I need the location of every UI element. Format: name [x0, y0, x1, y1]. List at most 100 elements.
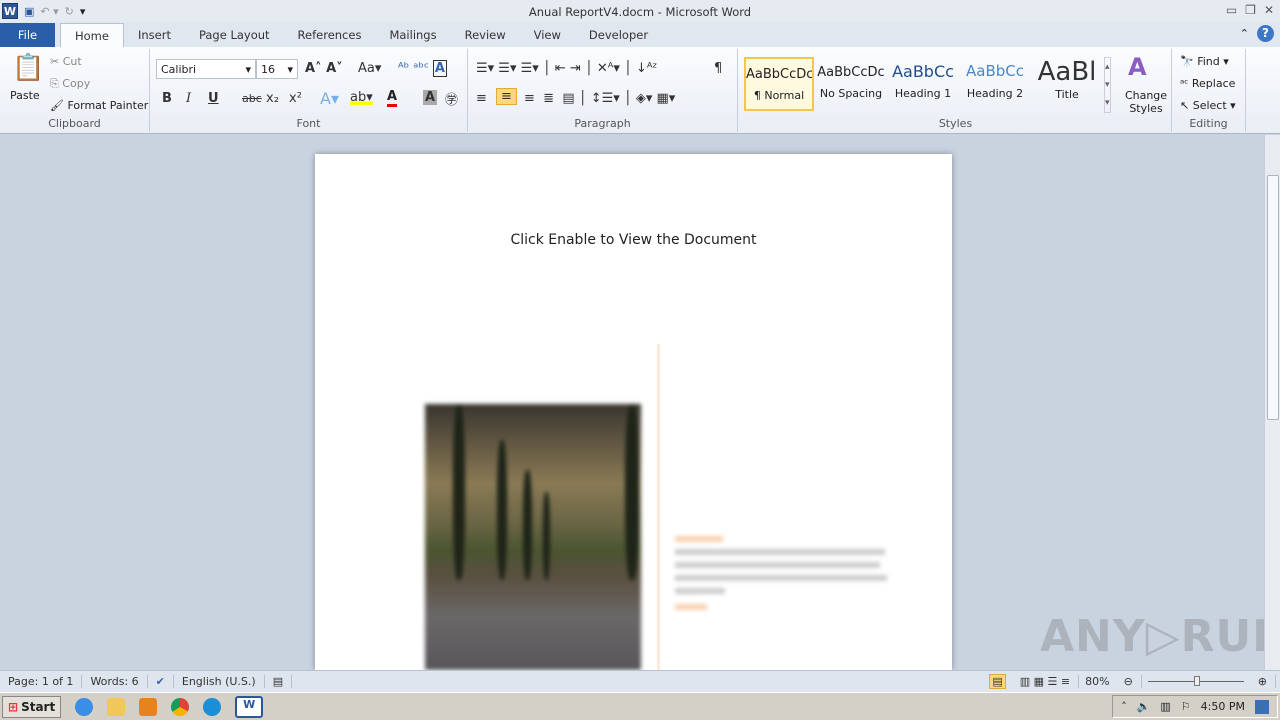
start-label: Start — [21, 699, 56, 714]
align-center-icon[interactable]: ≡ — [496, 88, 517, 105]
view-modes-icon[interactable]: ▥ ▦ ☰ ≡ — [1012, 675, 1080, 688]
styles-scroll[interactable]: ▴ ▾ ▾ — [1104, 57, 1111, 113]
redo-icon[interactable]: ↻ — [65, 5, 74, 18]
grow-font-icon[interactable]: A˄ A˅ — [305, 61, 343, 76]
paste-button[interactable]: Paste — [10, 89, 40, 102]
language[interactable]: English (U.S.) — [174, 675, 265, 688]
restore-button[interactable]: ❐ — [1245, 3, 1256, 17]
bold-button[interactable]: B — [162, 91, 172, 106]
macro-icon[interactable]: ▤ — [265, 675, 293, 688]
paragraph-group: ☰▾ ☰▾ ☰▾ │ ⇤ ⇥ │ ✕ᴬ▾ │ ↓ᴬᶻ ¶ ≡ ≡ ≡ ≣ ▤ │… — [468, 49, 738, 132]
zoom-level[interactable]: 80% — [1085, 675, 1109, 688]
print-layout-icon[interactable]: ▤ — [989, 674, 1006, 689]
strikethrough-button[interactable]: abc — [242, 92, 262, 105]
tab-file[interactable]: File — [0, 23, 55, 47]
ie-icon[interactable] — [75, 697, 94, 716]
show-formatting-icon[interactable]: ¶ — [714, 61, 722, 76]
volume-icon[interactable]: 🔈 — [1137, 700, 1151, 713]
format-painter-button[interactable]: 🖌 Format Painter — [50, 99, 148, 112]
zoom-slider[interactable] — [1147, 676, 1244, 686]
blurred-text — [675, 536, 895, 617]
select-label: Select — [1192, 99, 1227, 112]
style-name: Title — [1055, 88, 1079, 101]
action-center-flag-icon[interactable]: ⚐ — [1181, 700, 1191, 713]
text-effects-icon[interactable]: A▾ — [320, 89, 339, 108]
chrome-icon[interactable] — [171, 697, 190, 716]
proofing-icon[interactable]: ✔ — [148, 675, 174, 688]
save-icon[interactable]: ▣ — [24, 5, 34, 18]
zoom-in-icon[interactable]: ⊕ — [1250, 675, 1276, 688]
select-button[interactable]: ↖ Select ▾ — [1180, 99, 1236, 112]
media-player-icon[interactable] — [139, 697, 158, 716]
zoom-slider-thumb[interactable] — [1193, 676, 1200, 686]
scroll-thumb[interactable] — [1267, 175, 1279, 420]
style-name: Heading 2 — [966, 87, 1024, 100]
superscript-button[interactable]: x² — [289, 91, 302, 106]
subscript-button[interactable]: x₂ — [266, 91, 279, 106]
font-group: Calibri ▾ 16 ▾ A˄ A˅ Aa▾ ᴬᵇ ᵃᵇᶜ A B I U ab… — [150, 49, 468, 132]
network-icon[interactable]: ▥ — [1160, 700, 1170, 713]
windows-logo-icon: ⊞ — [8, 699, 19, 714]
tab-page-layout[interactable]: Page Layout — [185, 23, 284, 47]
editing-label: Editing — [1189, 117, 1228, 130]
style-sample: AaBbCc — [966, 62, 1024, 80]
clipboard-group: 📋 Paste ✂ Cut ⎘ Copy 🖌 Format Painter Cl… — [0, 49, 150, 132]
style-no-spacing[interactable]: AaBbCcDc No Spacing — [816, 57, 886, 111]
page-count[interactable]: Page: 1 of 1 — [0, 675, 83, 688]
word-taskbar-icon[interactable]: W — [235, 695, 264, 718]
highlight-icon[interactable]: ab▾ — [350, 90, 373, 105]
tab-home[interactable]: Home — [60, 23, 124, 47]
change-case-button[interactable]: Aa▾ — [358, 61, 381, 76]
cut-label: Cut — [62, 55, 82, 68]
tab-references[interactable]: References — [284, 23, 376, 47]
align-right-icon[interactable]: ≡ ≣ ▤ │ ↕☰▾ │ ◈▾ ▦▾ — [524, 91, 675, 106]
minimize-ribbon-icon[interactable]: ⌃ — [1240, 27, 1249, 40]
style-normal[interactable]: AaBbCcDc ¶ Normal — [744, 57, 814, 111]
font-color-icon[interactable]: A — [387, 89, 398, 107]
document-area: Click Enable to View the Document ANY▷RU… — [0, 135, 1264, 670]
minimize-button[interactable]: ▭ — [1226, 3, 1237, 17]
tab-insert[interactable]: Insert — [124, 23, 185, 47]
cut-button[interactable]: ✂ Cut — [50, 55, 82, 68]
paste-icon: 📋 — [12, 53, 45, 83]
customize-toolbar-icon[interactable]: ▾ — [80, 5, 86, 18]
edge-icon[interactable] — [203, 697, 222, 716]
character-shading-icon[interactable]: A — [423, 90, 438, 105]
bullets-icon[interactable]: ☰▾ ☰▾ ☰▾ │ ⇤ ⇥ │ ✕ᴬ▾ │ ↓ᴬᶻ — [476, 61, 657, 76]
tab-review[interactable]: Review — [451, 23, 520, 47]
help-icon[interactable]: ? — [1257, 25, 1274, 42]
clock[interactable]: 4:50 PM — [1201, 700, 1245, 713]
editing-group: 🔭 Find ▾ ᵃᶜ Replace ↖ Select ▾ Editing — [1172, 49, 1246, 132]
italic-button[interactable]: I — [186, 91, 191, 106]
underline-button[interactable]: U — [208, 91, 219, 106]
enclose-characters-icon[interactable]: ㊫ — [445, 89, 458, 108]
word-count[interactable]: Words: 6 — [82, 675, 148, 688]
styles-label: Styles — [938, 117, 973, 130]
copy-button[interactable]: ⎘ Copy — [50, 77, 90, 91]
explorer-icon[interactable] — [107, 697, 126, 716]
style-heading-2[interactable]: AaBbCc Heading 2 — [960, 57, 1030, 111]
document-page[interactable]: Click Enable to View the Document — [315, 154, 952, 670]
change-styles-button[interactable]: Change Styles — [1124, 89, 1168, 115]
show-hidden-icons[interactable]: ˄ — [1121, 700, 1127, 713]
tab-developer[interactable]: Developer — [575, 23, 662, 47]
style-name: ¶ Normal — [753, 89, 805, 102]
style-heading-1[interactable]: AaBbCc Heading 1 — [888, 57, 958, 111]
undo-icon[interactable]: ↶ ▾ — [40, 5, 58, 18]
vertical-scrollbar[interactable] — [1264, 135, 1280, 670]
clear-formatting-icon[interactable]: ᴬᵇ ᵃᵇᶜ A — [398, 60, 447, 77]
styles-group: AaBbCcDc ¶ Normal AaBbCcDc No Spacing AaBb… — [740, 49, 1172, 132]
find-button[interactable]: 🔭 Find ▾ — [1180, 55, 1229, 68]
show-desktop-icon[interactable] — [1255, 699, 1269, 714]
start-button[interactable]: ⊞ Start — [2, 695, 62, 718]
close-button[interactable]: ✕ — [1264, 3, 1274, 17]
tab-view[interactable]: View — [520, 23, 575, 47]
tab-mailings[interactable]: Mailings — [375, 23, 450, 47]
style-name: Heading 1 — [894, 87, 952, 100]
replace-button[interactable]: ᵃᶜ Replace — [1180, 77, 1235, 90]
zoom-out-icon[interactable]: ⊖ — [1116, 675, 1142, 688]
font-name-select[interactable]: Calibri ▾ — [156, 59, 256, 79]
font-size-select[interactable]: 16 ▾ — [256, 59, 298, 79]
align-left-icon[interactable]: ≡ — [476, 91, 487, 106]
style-title[interactable]: AaBl Title — [1032, 57, 1102, 111]
